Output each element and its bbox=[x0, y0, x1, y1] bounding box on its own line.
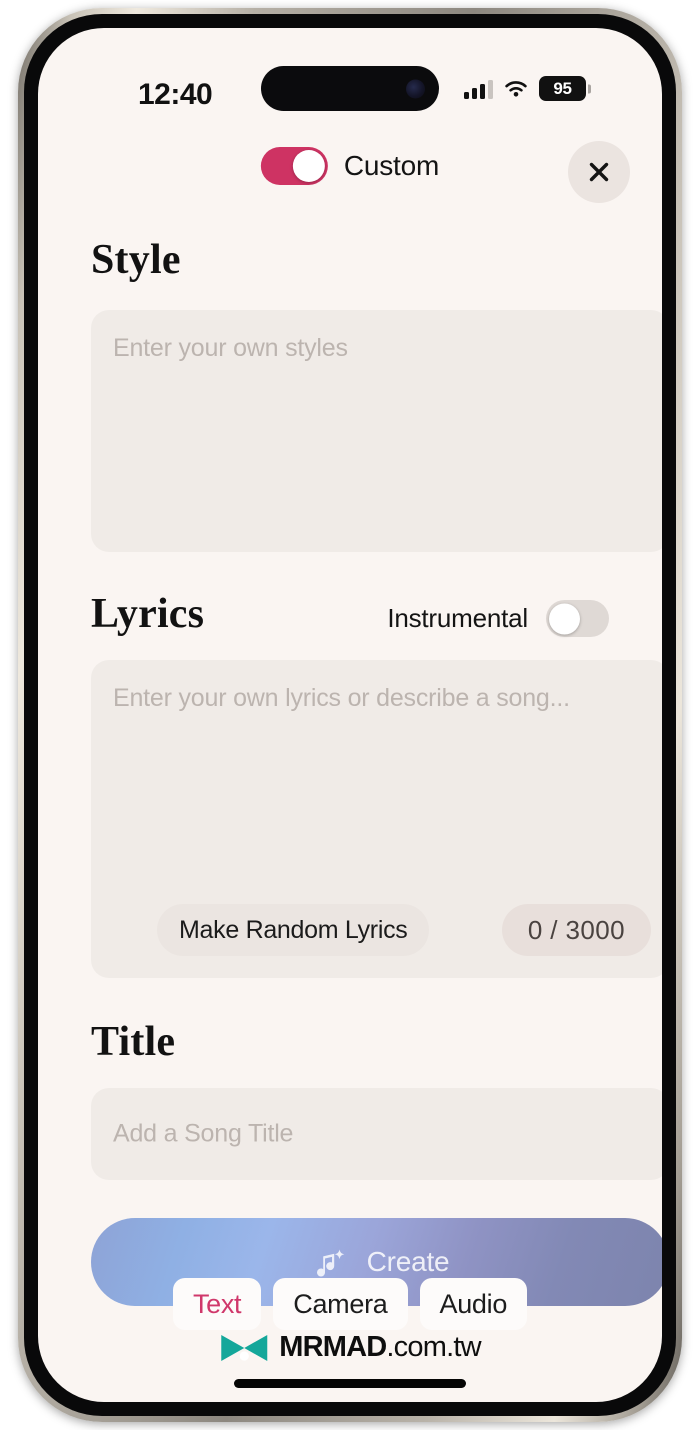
status-indicators: 95 bbox=[464, 76, 591, 101]
instrumental-label: Instrumental bbox=[387, 603, 528, 633]
lyrics-heading: Lyrics bbox=[91, 591, 205, 637]
tab-camera[interactable]: Camera bbox=[273, 1278, 408, 1330]
cellular-bars-icon bbox=[464, 79, 493, 99]
close-button[interactable] bbox=[568, 141, 630, 203]
bottom-tab-bar: Text Camera Audio bbox=[38, 1278, 662, 1330]
lyrics-input[interactable]: Enter your own lyrics or describe a song… bbox=[91, 660, 662, 978]
instrumental-toggle-group: Instrumental bbox=[387, 600, 609, 637]
instrumental-toggle[interactable] bbox=[546, 600, 609, 637]
custom-toggle-group: Custom bbox=[260, 147, 440, 185]
tab-text[interactable]: Text bbox=[172, 1278, 262, 1330]
create-button-label: Create bbox=[366, 1246, 450, 1277]
make-random-lyrics-button[interactable]: Make Random Lyrics bbox=[157, 904, 430, 956]
front-camera-icon bbox=[406, 79, 425, 98]
music-note-sparkle-icon bbox=[316, 1249, 344, 1277]
phone-frame: 12:40 95 Custom Style Enter your own sty… bbox=[18, 8, 682, 1422]
home-indicator[interactable] bbox=[234, 1379, 466, 1388]
song-title-input[interactable]: Add a Song Title bbox=[91, 1088, 662, 1180]
close-icon bbox=[589, 162, 609, 182]
battery-indicator: 95 bbox=[539, 76, 591, 101]
custom-toggle-knob bbox=[292, 150, 325, 182]
lyrics-character-counter: 0 / 3000 bbox=[501, 904, 651, 956]
dynamic-island bbox=[261, 66, 439, 111]
style-heading: Style bbox=[91, 237, 181, 283]
wifi-icon bbox=[505, 80, 527, 97]
custom-mode-toggle[interactable] bbox=[260, 147, 328, 185]
style-input[interactable]: Enter your own styles bbox=[91, 310, 662, 552]
battery-tip bbox=[588, 84, 591, 93]
custom-label: Custom bbox=[343, 150, 440, 181]
mrmad-infinity-logo-icon bbox=[221, 1334, 268, 1361]
header-row: Custom bbox=[38, 133, 662, 217]
lyrics-placeholder: Enter your own lyrics or describe a song… bbox=[113, 684, 570, 712]
phone-screen: 12:40 95 Custom Style Enter your own sty… bbox=[38, 28, 662, 1402]
phone-bezel: 12:40 95 Custom Style Enter your own sty… bbox=[24, 14, 676, 1416]
watermark-brand: MRMAD bbox=[279, 1331, 387, 1363]
watermark-text: MRMAD.com.tw bbox=[279, 1331, 481, 1364]
tab-audio[interactable]: Audio bbox=[419, 1278, 528, 1330]
title-heading: Title bbox=[91, 1019, 176, 1065]
battery-level-text: 95 bbox=[553, 78, 572, 98]
status-time: 12:40 bbox=[138, 78, 213, 111]
watermark-tld: .com.tw bbox=[386, 1331, 481, 1363]
style-placeholder: Enter your own styles bbox=[113, 334, 348, 362]
song-title-placeholder: Add a Song Title bbox=[113, 1119, 294, 1148]
status-bar: 12:40 95 bbox=[38, 28, 662, 124]
instrumental-toggle-knob bbox=[549, 603, 580, 634]
watermark: MRMAD.com.tw bbox=[219, 1331, 482, 1364]
